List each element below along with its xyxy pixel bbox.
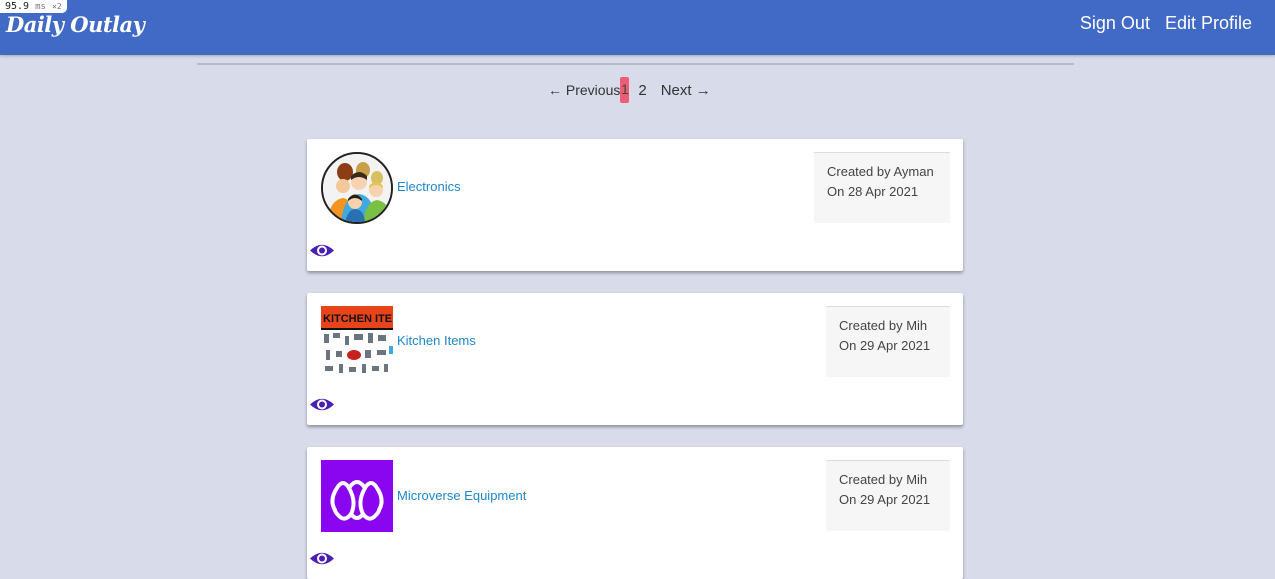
- group-card: Electronics Created by Ayman On 28 Apr 2…: [307, 139, 963, 271]
- group-link-electronics[interactable]: Electronics: [397, 179, 461, 194]
- sign-out-link[interactable]: Sign Out: [1080, 13, 1150, 34]
- current-page: 1: [620, 77, 630, 103]
- kitchen-items-image: KITCHEN ITE: [321, 306, 393, 378]
- perf-multiplier: ×2: [52, 2, 62, 11]
- eye-icon[interactable]: [309, 550, 335, 567]
- perf-badge: 95.9 ms ×2: [0, 0, 67, 13]
- edit-profile-link[interactable]: Edit Profile: [1165, 13, 1252, 34]
- brand-logo[interactable]: Daily Outlay: [6, 12, 145, 37]
- kitchen-image-text: KITCHEN ITE: [323, 313, 392, 325]
- next-page-link[interactable]: Next →: [661, 82, 711, 99]
- created-by: Created by Ayman: [827, 164, 934, 179]
- previous-page-link[interactable]: ← Previous: [548, 82, 620, 98]
- created-on: On 29 Apr 2021: [839, 492, 931, 507]
- created-by: Created by Mih: [839, 472, 928, 487]
- nav-links: Sign Out Edit Profile: [1080, 13, 1252, 34]
- people-group-icon: [321, 152, 393, 224]
- created-on: On 29 Apr 2021: [839, 338, 931, 353]
- created-by: Created by Mih: [839, 318, 928, 333]
- top-navbar: Daily Outlay Sign Out Edit Profile: [0, 0, 1275, 55]
- eye-icon[interactable]: [309, 396, 335, 413]
- microverse-logo: [321, 460, 393, 532]
- group-meta: Created by Ayman On 28 Apr 2021: [814, 152, 950, 223]
- created-on: On 28 Apr 2021: [827, 184, 919, 199]
- group-meta: Created by Mih On 29 Apr 2021: [826, 460, 950, 531]
- pagination: ← Previous 1 2 Next →: [548, 77, 711, 103]
- group-meta: Created by Mih On 29 Apr 2021: [826, 306, 950, 377]
- group-card: Microverse Equipment Created by Mih On 2…: [307, 447, 963, 579]
- divider: [197, 63, 1074, 65]
- perf-unit: ms: [35, 2, 46, 12]
- page-2-link[interactable]: 2: [638, 82, 646, 99]
- group-link-kitchen-items[interactable]: Kitchen Items: [397, 333, 476, 348]
- group-card: KITCHEN ITE Kitchen Items Created by Mih…: [307, 293, 963, 425]
- group-link-microverse-equipment[interactable]: Microverse Equipment: [397, 488, 526, 503]
- perf-value: 95.9: [5, 1, 30, 12]
- eye-icon[interactable]: [309, 242, 335, 259]
